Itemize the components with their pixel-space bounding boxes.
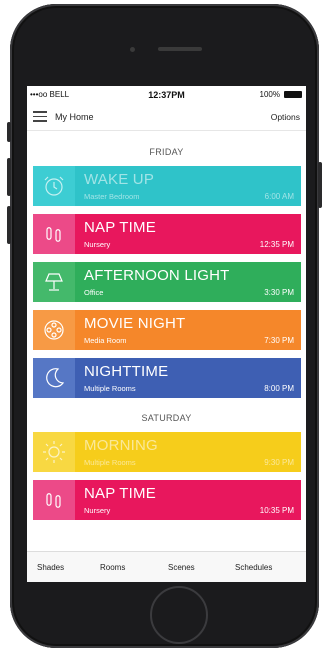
- schedule-name: MORNING: [84, 437, 158, 454]
- desk-lamp-icon: [33, 262, 75, 302]
- schedule-room: Nursery: [84, 240, 111, 249]
- day-header-saturday: SATURDAY: [141, 413, 192, 423]
- tab-shades[interactable]: Shades: [37, 563, 64, 572]
- schedule-time: 3:30 PM: [264, 288, 294, 297]
- options-button[interactable]: Options: [271, 112, 300, 122]
- tab-rooms[interactable]: Rooms: [100, 563, 125, 572]
- status-bar: •••oo BELL 12:37PM 100%: [27, 86, 306, 102]
- tab-schedules[interactable]: Schedules: [235, 563, 272, 572]
- hamburger-menu-icon[interactable]: [33, 111, 47, 122]
- schedule-movie-night[interactable]: MOVIE NIGHT Media Room 7:30 PM: [33, 310, 301, 350]
- schedule-name: NAP TIME: [84, 219, 156, 236]
- schedule-name: MOVIE NIGHT: [84, 315, 186, 332]
- schedule-time: 12:35 PM: [259, 240, 294, 249]
- app-screen: •••oo BELL 12:37PM 100% My Home Options …: [27, 86, 306, 582]
- schedule-name: AFTERNOON LIGHT: [84, 267, 230, 284]
- day-header-friday: FRIDAY: [149, 147, 184, 157]
- film-reel-icon: [33, 310, 75, 350]
- battery-icon: [284, 91, 302, 98]
- mute-switch: [7, 122, 11, 142]
- schedule-nap-time-saturday[interactable]: NAP TIME Nursery 10:35 PM: [33, 480, 301, 520]
- battery-percent: 100%: [259, 90, 280, 99]
- volume-up-button: [7, 158, 11, 196]
- front-camera: [130, 47, 135, 52]
- schedule-name: NIGHTTIME: [84, 363, 169, 380]
- schedule-room: Media Room: [84, 336, 127, 345]
- schedule-time: 6:00 AM: [264, 192, 294, 201]
- moon-icon: [33, 358, 75, 398]
- schedule-wake-up[interactable]: WAKE UP Master Bedroom 6:00 AM: [33, 166, 301, 206]
- volume-down-button: [7, 206, 11, 244]
- home-title[interactable]: My Home: [55, 112, 94, 122]
- schedule-time: 7:30 PM: [264, 336, 294, 345]
- power-button: [318, 162, 322, 208]
- schedule-afternoon-light[interactable]: AFTERNOON LIGHT Office 3:30 PM: [33, 262, 301, 302]
- schedule-name: WAKE UP: [84, 171, 155, 188]
- earpiece-speaker: [158, 47, 202, 51]
- schedule-nighttime[interactable]: NIGHTTIME Multiple Rooms 8:00 PM: [33, 358, 301, 398]
- schedule-time: 8:00 PM: [264, 384, 294, 393]
- alarm-clock-icon: [33, 166, 75, 206]
- schedule-time: 9:30 PM: [264, 458, 294, 467]
- sun-icon: [33, 432, 75, 472]
- schedule-morning[interactable]: MORNING Multiple Rooms 9:30 PM: [33, 432, 301, 472]
- schedule-room: Multiple Rooms: [84, 458, 136, 467]
- tab-scenes[interactable]: Scenes: [168, 563, 195, 572]
- nav-bar: My Home Options: [27, 104, 306, 131]
- schedule-nap-time[interactable]: NAP TIME Nursery 12:35 PM: [33, 214, 301, 254]
- tab-bar: Shades Rooms Scenes Schedules: [27, 551, 306, 582]
- schedule-room: Multiple Rooms: [84, 384, 136, 393]
- home-button[interactable]: [150, 586, 208, 644]
- schedule-room: Office: [84, 288, 104, 297]
- schedule-name: NAP TIME: [84, 485, 156, 502]
- schedule-room: Master Bedroom: [84, 192, 140, 201]
- schedule-time: 10:35 PM: [259, 506, 294, 515]
- baby-feet-icon: [33, 480, 75, 520]
- baby-feet-icon: [33, 214, 75, 254]
- schedule-room: Nursery: [84, 506, 111, 515]
